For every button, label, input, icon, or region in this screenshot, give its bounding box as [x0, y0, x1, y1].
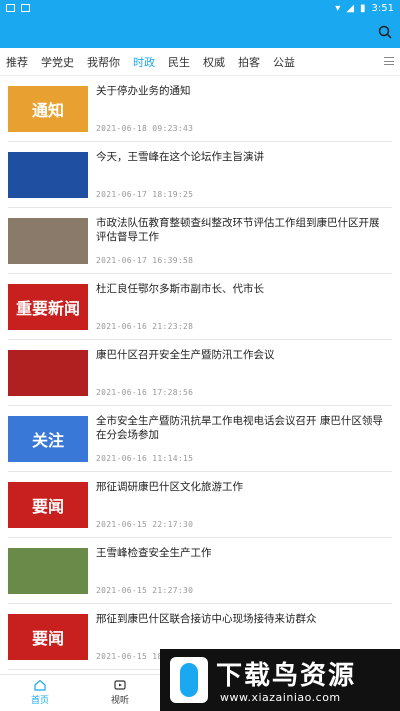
news-date: 2021-06-16 21:23:28 — [96, 322, 194, 331]
news-item[interactable]: 通知 关于停办业务的通知 2021-06-18 09:23:43 — [8, 76, 392, 142]
tab-politics[interactable]: 时政 — [133, 54, 155, 70]
clock: 3:51 — [371, 2, 394, 14]
tab-help[interactable]: 我帮你 — [87, 54, 120, 70]
news-item[interactable]: 重要新闻 杜汇良任鄂尔多斯市副市长、代市长 2021-06-16 21:23:28 — [8, 274, 392, 340]
app-notification-icon — [21, 4, 30, 12]
news-date: 2021-06-16 11:14:15 — [96, 454, 194, 463]
news-thumbnail: 关注 — [8, 416, 88, 462]
news-title: 康巴什区召开安全生产暨防汛工作会议 — [96, 349, 275, 361]
news-date: 2021-06-15 22:17:30 — [96, 520, 194, 529]
news-title: 杜汇良任鄂尔多斯市副市长、代市长 — [96, 283, 264, 295]
nav-home[interactable]: 首页 — [20, 679, 60, 706]
news-title: 市政法队伍教育整顿查纠整改环节评估工作组到康巴什区开展评估督导工作 — [96, 217, 380, 243]
video-icon — [114, 680, 126, 690]
news-date: 2021-06-17 18:19:25 — [96, 190, 194, 199]
nav-home-label: 首页 — [30, 696, 49, 706]
news-title: 邢征调研康巴什区文化旅游工作 — [96, 481, 243, 493]
signal-icon: ◢ — [346, 2, 355, 14]
news-thumbnail: 要闻 — [8, 614, 88, 660]
news-title: 全市安全生产暨防汛抗旱工作电视电话会议召开 康巴什区领导在分会场参加 — [96, 415, 383, 441]
news-date: 2021-06-16 17:28:56 — [96, 388, 194, 397]
news-thumbnail: 通知 — [8, 86, 88, 132]
news-list: 通知 关于停办业务的通知 2021-06-18 09:23:43 今天，王雪峰在这个论… — [0, 76, 400, 674]
image-notification-icon — [6, 4, 15, 12]
news-title: 今天，王雪峰在这个论坛作主旨演讲 — [96, 151, 264, 163]
watermark-overlay: 下载鸟资源 www.xiazainiao.com — [160, 649, 400, 711]
search-icon[interactable] — [378, 25, 392, 39]
news-item[interactable]: 康巴什区召开安全生产暨防汛工作会议 2021-06-16 17:28:56 — [8, 340, 392, 406]
watermark-title: 下载鸟资源 — [216, 661, 357, 691]
home-icon — [34, 679, 46, 691]
news-item[interactable]: 今天，王雪峰在这个论坛作主旨演讲 2021-06-17 18:19:25 — [8, 142, 392, 208]
tab-livelihood[interactable]: 民生 — [168, 54, 190, 70]
news-date: 2021-06-18 09:23:43 — [96, 124, 194, 133]
thumbnail-text: 要闻 — [31, 497, 64, 516]
watermark-url: www.xiazainiao.com — [220, 691, 341, 704]
thumbnail-text: 通知 — [31, 101, 64, 120]
app-header — [0, 16, 400, 48]
news-date: 2021-06-15 18: — [96, 652, 168, 661]
news-thumbnail — [8, 152, 88, 198]
thumbnail-text: 关注 — [31, 431, 64, 450]
thumbnail-text: 要闻 — [31, 629, 64, 648]
news-item[interactable]: 市政法队伍教育整顿查纠整改环节评估工作组到康巴什区开展评估督导工作 2021-06… — [8, 208, 392, 274]
news-thumbnail: 要闻 — [8, 482, 88, 528]
news-item[interactable]: 关注 全市安全生产暨防汛抗旱工作电视电话会议召开 康巴什区领导在分会场参加 2021… — [8, 406, 392, 472]
menu-icon[interactable] — [384, 57, 394, 65]
news-title: 关于停办业务的通知 — [96, 85, 191, 97]
news-date: 2021-06-15 21:27:30 — [96, 586, 194, 595]
news-date: 2021-06-17 16:39:58 — [96, 256, 194, 265]
status-bar: ▾ ◢ ▮ 3:51 — [0, 0, 400, 16]
tab-charity[interactable]: 公益 — [273, 54, 295, 70]
battery-icon: ▮ — [360, 2, 366, 14]
thumbnail-text: 重要新闻 — [15, 299, 80, 318]
news-title: 王雪峰检查安全生产工作 — [96, 547, 212, 559]
news-item[interactable]: 要闻 邢征调研康巴什区文化旅游工作 2021-06-15 22:17:30 — [8, 472, 392, 538]
nav-video-label: 视听 — [110, 696, 129, 706]
tab-photographer[interactable]: 拍客 — [238, 54, 260, 70]
tab-authority[interactable]: 权威 — [203, 54, 225, 70]
news-thumbnail — [8, 350, 88, 396]
news-thumbnail — [8, 218, 88, 264]
tab-party-history[interactable]: 学党史 — [41, 54, 74, 70]
watermark-logo — [170, 657, 208, 703]
wifi-icon: ▾ — [335, 2, 341, 14]
news-title: 邢征到康巴什区联合接访中心现场接待来访群众 — [96, 613, 317, 625]
category-tabs: 推荐 学党史 我帮你 时政 民生 权威 拍客 公益 — [0, 48, 400, 76]
nav-video[interactable]: 视听 — [100, 679, 140, 706]
tab-recommend[interactable]: 推荐 — [6, 54, 28, 70]
news-thumbnail: 重要新闻 — [8, 284, 88, 330]
news-item[interactable]: 王雪峰检查安全生产工作 2021-06-15 21:27:30 — [8, 538, 392, 604]
news-thumbnail — [8, 548, 88, 594]
